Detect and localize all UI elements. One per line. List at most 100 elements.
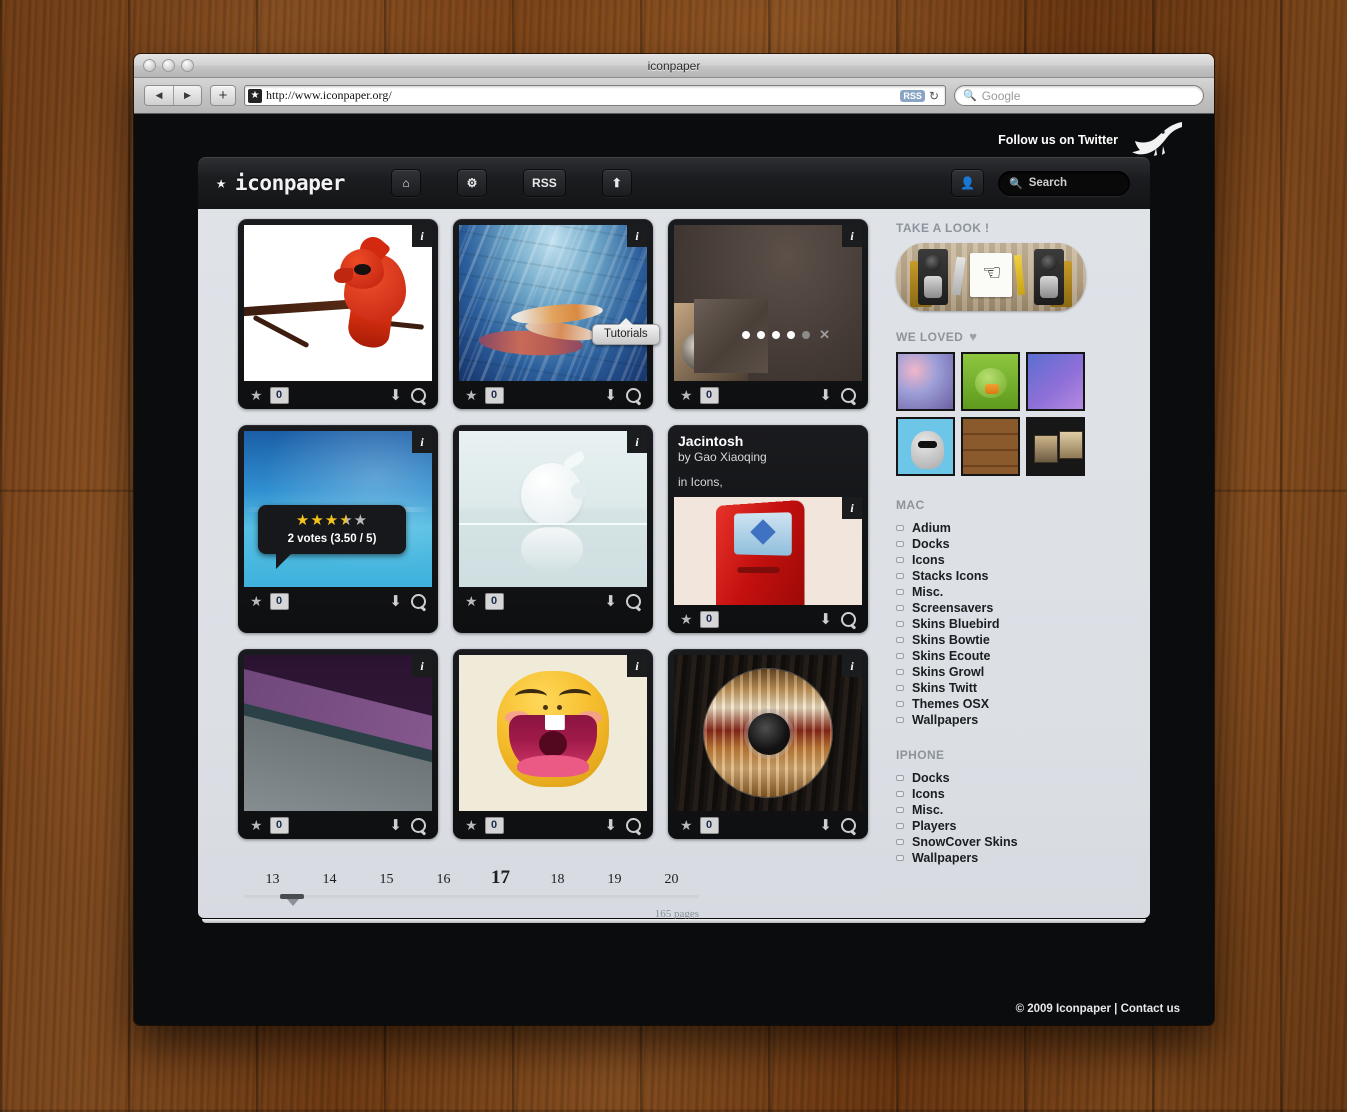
close-button[interactable]	[143, 59, 156, 72]
account-icon[interactable]: 👤	[951, 169, 984, 197]
we-loved-thumb-green-duck[interactable]	[961, 352, 1020, 411]
card-cardinal-bird[interactable]: i ★ 0 ⬇	[238, 219, 438, 409]
take-a-look-banner[interactable]: ☜	[896, 243, 1086, 311]
page-scrubber-handle[interactable]	[280, 894, 304, 906]
slideshow-dot[interactable]	[772, 331, 781, 339]
sidebar-item-iphone-wallpapers[interactable]: Wallpapers	[896, 850, 1108, 866]
gear-icon[interactable]: ⚙	[457, 169, 488, 197]
download-icon[interactable]: ⬇	[389, 386, 402, 404]
browser-search-field[interactable]: 🔍 Google	[954, 85, 1204, 106]
magnify-icon[interactable]	[841, 611, 856, 627]
reload-icon[interactable]: ↻	[929, 89, 939, 103]
magnify-icon[interactable]	[626, 817, 641, 833]
page-link-18[interactable]: 18	[529, 872, 586, 888]
favorite-star-icon[interactable]: ★	[680, 817, 693, 834]
sidebar-item-wallpapers[interactable]: Wallpapers	[896, 712, 1108, 728]
site-footer[interactable]: © 2009 Iconpaper | Contact us	[1016, 1003, 1180, 1015]
card-cd-disc[interactable]: i ★ 0 ⬇	[668, 649, 868, 839]
page-link-13[interactable]: 13	[244, 872, 301, 888]
site-logo[interactable]: ★ iconpaper	[216, 171, 345, 195]
add-bookmark-icon[interactable]: +	[210, 85, 236, 106]
download-icon[interactable]: ⬇	[819, 386, 832, 404]
home-icon[interactable]: ⌂	[391, 169, 422, 197]
info-icon[interactable]: i	[627, 431, 647, 453]
card-author[interactable]: by Gao Xiaoqing	[678, 450, 858, 464]
page-link-14[interactable]: 14	[301, 872, 358, 888]
favorite-star-icon[interactable]: ★	[465, 593, 478, 610]
card-thumbnail[interactable]: ✕ i	[674, 225, 862, 381]
minimize-button[interactable]	[162, 59, 175, 72]
site-search-field[interactable]: 🔍 Search	[998, 170, 1130, 196]
favorite-star-icon[interactable]: ★	[250, 387, 263, 404]
we-loved-thumb-bokeh-blur[interactable]	[896, 352, 955, 411]
magnify-icon[interactable]	[411, 593, 426, 609]
forward-icon[interactable]: ▶	[173, 86, 201, 105]
close-icon[interactable]: ✕	[819, 327, 830, 343]
favorite-star-icon[interactable]: ★	[250, 593, 263, 610]
page-scrubber-track[interactable]	[244, 894, 699, 906]
favorite-star-icon[interactable]: ★	[465, 817, 478, 834]
twitter-follow[interactable]: Follow us on Twitter	[998, 122, 1182, 158]
info-icon[interactable]: i	[412, 225, 432, 247]
card-koi-fish[interactable]: i ★ 0 ⬇	[453, 219, 653, 409]
sidebar-item-iphone-snowcover-skins[interactable]: SnowCover Skins	[896, 834, 1108, 850]
address-bar-value[interactable]: http://www.iconpaper.org/	[266, 88, 900, 103]
sidebar-item-iphone-docks[interactable]: Docks	[896, 770, 1108, 786]
sidebar-item-stacks-icons[interactable]: Stacks Icons	[896, 568, 1108, 584]
download-icon[interactable]: ⬇	[819, 610, 832, 628]
rss-badge[interactable]: RSS	[900, 89, 925, 102]
sidebar-item-docks[interactable]: Docks	[896, 536, 1108, 552]
info-icon[interactable]: i	[842, 225, 862, 247]
info-icon[interactable]: i	[842, 497, 862, 519]
sidebar-item-skins-bowtie[interactable]: Skins Bowtie	[896, 632, 1108, 648]
card-thumbnail[interactable]: i	[459, 655, 647, 811]
sidebar-item-misc[interactable]: Misc.	[896, 584, 1108, 600]
sidebar-item-screensavers[interactable]: Screensavers	[896, 600, 1108, 616]
card-purple-stripes[interactable]: i ★ 0 ⬇	[238, 649, 438, 839]
card-thumbnail[interactable]: i	[244, 225, 432, 381]
rating-stars[interactable]: ★★★★★	[268, 513, 396, 528]
download-icon[interactable]: ⬇	[819, 816, 832, 834]
upload-arrow-icon[interactable]: ⬆	[601, 169, 632, 197]
sidebar-item-skins-twitt[interactable]: Skins Twitt	[896, 680, 1108, 696]
sidebar-item-adium[interactable]: Adium	[896, 520, 1108, 536]
nav-button-group[interactable]: ◀ ▶	[144, 85, 202, 106]
sidebar-item-iphone-icons[interactable]: Icons	[896, 786, 1108, 802]
card-title[interactable]: Jacintosh	[678, 433, 858, 449]
info-icon[interactable]: i	[627, 225, 647, 247]
address-bar[interactable]: ★ http://www.iconpaper.org/ RSS ↻	[244, 85, 946, 106]
download-icon[interactable]: ⬇	[604, 816, 617, 834]
download-icon[interactable]: ⬇	[604, 386, 617, 404]
slideshow-dot[interactable]	[757, 331, 766, 339]
slideshow-dot[interactable]	[742, 331, 751, 339]
sidebar-item-iphone-players[interactable]: Players	[896, 818, 1108, 834]
favorite-star-icon[interactable]: ★	[465, 387, 478, 404]
sidebar-item-skins-growl[interactable]: Skins Growl	[896, 664, 1108, 680]
download-icon[interactable]: ⬇	[389, 816, 402, 834]
magnify-icon[interactable]	[411, 817, 426, 833]
we-loved-thumb-wood-planks[interactable]	[961, 417, 1020, 476]
page-link-19[interactable]: 19	[586, 872, 643, 888]
info-icon[interactable]: i	[412, 431, 432, 453]
card-thumbnail[interactable]: i	[459, 225, 647, 381]
rss-button[interactable]: RSS	[523, 169, 566, 197]
we-loved-thumb-owl-figurine[interactable]	[896, 417, 955, 476]
magnify-icon[interactable]	[626, 593, 641, 609]
card-thumbnail[interactable]: i	[244, 655, 432, 811]
card-thumbnail[interactable]: ★★★★★ 2 votes (3.50 / 5) i	[244, 431, 432, 587]
sidebar-item-iphone-misc[interactable]: Misc.	[896, 802, 1108, 818]
card-thumbnail[interactable]: i	[674, 655, 862, 811]
sidebar-item-themes-osx[interactable]: Themes OSX	[896, 696, 1108, 712]
info-icon[interactable]: i	[842, 655, 862, 677]
slideshow-dots[interactable]: ✕	[742, 327, 830, 343]
we-loved-thumb-purple-gradient[interactable]	[1026, 352, 1085, 411]
magnify-icon[interactable]	[626, 387, 641, 403]
sidebar-item-icons[interactable]: Icons	[896, 552, 1108, 568]
favorite-star-icon[interactable]: ★	[680, 611, 693, 628]
download-icon[interactable]: ⬇	[604, 592, 617, 610]
magnify-icon[interactable]	[841, 387, 856, 403]
sidebar-item-skins-bluebird[interactable]: Skins Bluebird	[896, 616, 1108, 632]
we-loved-thumb-dark-frames[interactable]	[1026, 417, 1085, 476]
zoom-button[interactable]	[181, 59, 194, 72]
slideshow-dot[interactable]	[802, 331, 811, 339]
